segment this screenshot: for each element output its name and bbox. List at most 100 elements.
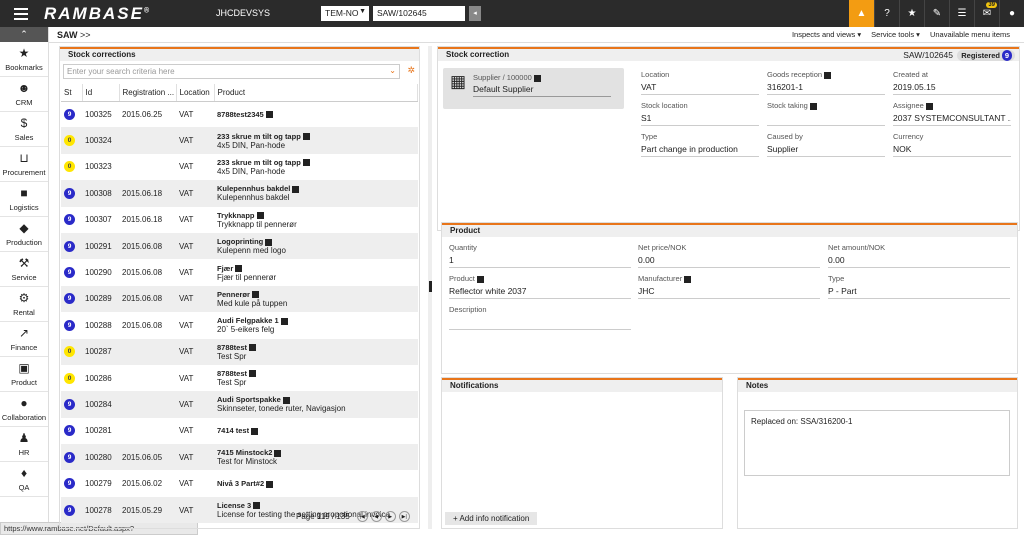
table-row[interactable]: 9 100280 2015.06.05 VAT 7415 Minstock2 Test f… xyxy=(61,444,418,471)
status-cell: 9 xyxy=(61,496,82,524)
last-page-button[interactable]: ▶| xyxy=(398,511,410,522)
chevron-down-icon[interactable]: ⌄ xyxy=(389,66,396,75)
goods-reception-field[interactable]: Goods reception 316201-1 xyxy=(767,70,885,95)
edit-icon[interactable] xyxy=(251,291,259,299)
inspects-and-views-menu[interactable]: Inspects and views ▾ xyxy=(792,30,861,39)
prev-page-button[interactable]: ◀ xyxy=(370,511,382,522)
company-select[interactable]: TEM-NO ▼ xyxy=(321,6,369,21)
panel-splitter[interactable] xyxy=(428,46,432,529)
edit-icon[interactable] xyxy=(302,159,310,167)
table-row[interactable]: 9 100281 VAT 7414 test xyxy=(61,418,418,444)
sidebar-item-product[interactable]: ▣ Product xyxy=(0,357,48,392)
product-name: Audi Felgpakke 1 xyxy=(217,316,279,326)
column-header-registration[interactable]: Registration ... xyxy=(119,84,177,102)
sidebar-item-finance[interactable]: ↗ Finance xyxy=(0,322,48,357)
rambase-logo[interactable]: RAMBASE® xyxy=(44,4,149,24)
edit-icon[interactable] xyxy=(256,212,264,220)
edit-icon[interactable] xyxy=(235,264,243,272)
sidebar-item-service[interactable]: ⚒ Service xyxy=(0,252,48,287)
edit-icon[interactable] xyxy=(684,275,692,283)
table-row[interactable]: 9 100308 2015.06.18 VAT Kulepennhus bakdel Ku… xyxy=(61,180,418,207)
edit-icon[interactable] xyxy=(925,102,933,110)
mail-icon[interactable]: ✉ 39 xyxy=(974,0,999,27)
gear-icon[interactable]: ✲ xyxy=(407,65,415,76)
chevron-up-icon[interactable]: ⌃ xyxy=(0,27,48,42)
column-header-id[interactable]: Id xyxy=(82,84,120,102)
table-row[interactable]: 9 100307 2015.06.18 VAT Trykknapp Trykknapp t… xyxy=(61,207,418,233)
column-header-location[interactable]: Location xyxy=(176,84,215,102)
table-row[interactable]: 9 100291 2015.06.08 VAT Logoprinting Kulepenn… xyxy=(61,232,418,260)
column-header-product[interactable]: Product xyxy=(214,84,418,102)
edit-icon[interactable] xyxy=(533,74,541,82)
manufacturer-field[interactable]: Manufacturer JHC xyxy=(638,274,820,299)
next-page-button[interactable]: ▶ xyxy=(384,511,396,522)
table-row[interactable]: 0 100323 VAT 233 skrue m tilt og tapp 4x5 DI… xyxy=(61,154,418,180)
breadcrumb[interactable]: SAW >> xyxy=(57,30,91,40)
edit-icon[interactable] xyxy=(476,275,484,283)
edit-icon[interactable] xyxy=(251,427,259,435)
sidebar-item-sales[interactable]: $ Sales xyxy=(0,112,48,147)
supplier-card[interactable]: ▦ Supplier / 100000 Default Supplier xyxy=(443,68,624,109)
edit-icon[interactable] xyxy=(266,480,274,488)
table-row[interactable]: 9 100288 2015.06.08 VAT Audi Felgpakke 1 20` … xyxy=(61,312,418,338)
location-cell: VAT xyxy=(176,338,214,365)
sidebar-item-production[interactable]: ◆ Production xyxy=(0,217,48,252)
column-header-st[interactable]: St xyxy=(61,84,83,102)
table-row[interactable]: 9 100290 2015.06.08 VAT Fjær Fjær til pennerø… xyxy=(61,259,418,285)
favorite-star-icon[interactable]: ★ xyxy=(899,0,924,27)
sidebar-item-crm[interactable]: ☻ CRM xyxy=(0,77,48,112)
breadcrumb-bar: SAW >> Inspects and views ▾ Service tool… xyxy=(49,27,1024,43)
service-tools-menu[interactable]: Service tools ▾ xyxy=(871,30,920,39)
edit-icon[interactable] xyxy=(809,102,817,110)
status-indicator: 0 xyxy=(64,135,75,147)
help-icon[interactable]: ? xyxy=(874,0,899,27)
sidebar-item-bookmarks[interactable]: ★ Bookmarks xyxy=(0,42,48,77)
paperclip-icon[interactable]: ✎ xyxy=(924,0,949,27)
edit-icon[interactable] xyxy=(253,502,261,510)
edit-icon[interactable] xyxy=(249,370,257,378)
table-row[interactable]: 9 100289 2015.06.08 VAT Pennerør Med kule på … xyxy=(61,285,418,313)
stock-taking-field[interactable]: Stock taking xyxy=(767,101,885,126)
table-row[interactable]: 9 100279 2015.06.02 VAT Nivå 3 Part#2 xyxy=(61,470,418,496)
table-row[interactable]: 9 100325 2015.06.25 VAT 8788test2345 xyxy=(61,101,418,127)
table-row[interactable]: 9 100284 VAT Audi Sportspakke Skinnseter, to… xyxy=(61,391,418,418)
go-button[interactable]: ◂ xyxy=(469,6,481,21)
search-input[interactable]: Enter your search criteria here ⌄ xyxy=(63,64,400,79)
edit-icon[interactable] xyxy=(282,396,290,404)
unavailable-menu-items[interactable]: Unavailable menu items xyxy=(930,30,1010,39)
sidebar-item-rental[interactable]: ⚙ Rental xyxy=(0,287,48,322)
location-cell: VAT xyxy=(176,444,214,471)
assignee-field[interactable]: Assignee 2037 SYSTEMCONSULTANT ... xyxy=(893,101,1011,126)
sidebar-item-hr[interactable]: ♟ HR xyxy=(0,427,48,462)
splitter-handle[interactable] xyxy=(429,281,432,292)
location-cell: VAT xyxy=(179,426,194,436)
list-icon[interactable]: ☰ xyxy=(949,0,974,27)
user-icon[interactable]: ● xyxy=(999,0,1024,27)
warning-icon[interactable]: ▲ xyxy=(849,0,874,27)
notes-textarea[interactable]: Replaced on: SSA/316200-1 xyxy=(744,410,1010,476)
date-cell: 2015.06.25 xyxy=(122,109,163,119)
product-field[interactable]: Product Reflector white 2037 xyxy=(449,274,631,299)
table-row[interactable]: 0 100324 VAT 233 skrue m tilt og tapp 4x5 DI… xyxy=(61,127,418,154)
document-search-input[interactable]: SAW/102645 xyxy=(373,6,465,21)
edit-icon[interactable] xyxy=(302,132,310,140)
sidebar-item-qa[interactable]: ♦ QA xyxy=(0,462,48,497)
table-row[interactable]: 0 100287 VAT 8788test Test Spr xyxy=(61,338,418,365)
sidebar-item-logistics[interactable]: ■ Logistics xyxy=(0,182,48,217)
add-info-notification-button[interactable]: + Add info notification xyxy=(445,512,538,525)
hamburger-menu-icon[interactable] xyxy=(14,5,28,21)
table-row[interactable]: 0 100286 VAT 8788test Test Spr xyxy=(61,365,418,391)
edit-icon[interactable] xyxy=(824,71,832,79)
edit-icon[interactable] xyxy=(280,317,288,325)
sidebar-item-procurement[interactable]: ⊔ Procurement xyxy=(0,147,48,182)
first-page-button[interactable]: |◀ xyxy=(356,511,368,522)
edit-icon[interactable] xyxy=(249,344,257,352)
product-name: 233 skrue m tilt og tapp xyxy=(217,157,301,167)
product-cell: 233 skrue m tilt og tapp 4x5 DIN, Pan-hod… xyxy=(214,154,418,180)
edit-icon[interactable] xyxy=(265,111,273,119)
sidebar-item-collaboration[interactable]: ● Collaboration xyxy=(0,392,48,427)
edit-icon[interactable] xyxy=(274,449,282,457)
edit-icon[interactable] xyxy=(292,185,300,193)
edit-icon[interactable] xyxy=(265,238,273,246)
id-cell: 100324 xyxy=(82,127,119,154)
